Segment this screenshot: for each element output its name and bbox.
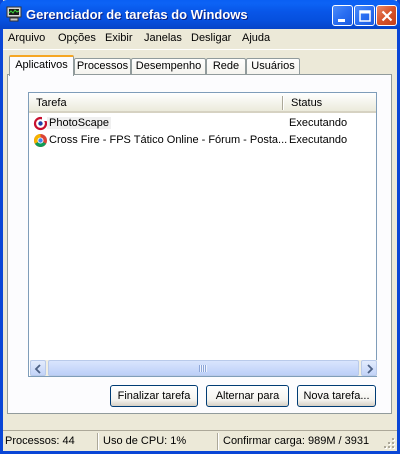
status-processes: Processos: 44 <box>5 435 75 447</box>
status-cpu: Uso de CPU: 1% <box>103 435 187 447</box>
task-status: Executando <box>289 134 348 146</box>
column-header-task[interactable]: Tarefa <box>36 97 67 109</box>
menu-exibir[interactable]: Exibir <box>105 32 133 44</box>
status-divider <box>97 433 98 450</box>
tab-processos[interactable]: Processos <box>74 58 131 75</box>
close-button[interactable] <box>376 5 397 26</box>
menu-desligar[interactable]: Desligar <box>191 32 231 44</box>
menu-arquivo[interactable]: Arquivo <box>8 32 45 44</box>
horizontal-scrollbar[interactable] <box>30 360 377 376</box>
minimize-button[interactable] <box>332 5 353 26</box>
tab-aplicativos[interactable]: Aplicativos <box>9 55 74 76</box>
chrome-icon <box>33 133 48 148</box>
photoscape-icon <box>33 116 48 131</box>
menu-ajuda[interactable]: Ajuda <box>242 32 270 44</box>
title-bar[interactable]: Gerenciador de tarefas do Windows <box>0 0 400 29</box>
tab-desempenho[interactable]: Desempenho <box>131 58 206 75</box>
scroll-left-button[interactable] <box>30 360 46 376</box>
task-name: PhotoScape <box>47 117 111 129</box>
resize-grip-icon[interactable] <box>383 437 395 449</box>
tab-rede[interactable]: Rede <box>206 58 246 75</box>
tab-usuarios[interactable]: Usuários <box>246 58 300 75</box>
grip-icon <box>199 365 207 372</box>
maximize-button[interactable] <box>354 5 375 26</box>
menu-separator <box>3 49 397 50</box>
applications-list[interactable]: Tarefa Status PhotoScape Executando Cros… <box>28 92 377 377</box>
status-commit: Confirmar carga: 989M / 3931 <box>223 435 370 447</box>
task-manager-icon <box>6 6 22 22</box>
list-item[interactable]: Cross Fire - FPS Tático Online - Fórum -… <box>30 132 375 149</box>
task-name: Cross Fire - FPS Tático Online - Fórum -… <box>49 134 288 146</box>
menu-opcoes[interactable]: Opções <box>58 32 96 44</box>
menu-bar: Arquivo Opções Exibir Janelas Desligar A… <box>3 29 397 49</box>
end-task-button[interactable]: Finalizar tarefa <box>110 385 198 407</box>
list-header: Tarefa Status <box>29 93 376 113</box>
menu-janelas[interactable]: Janelas <box>144 32 182 44</box>
window-title: Gerenciador de tarefas do Windows <box>26 7 248 22</box>
status-bar: Processos: 44 Uso de CPU: 1% Confirmar c… <box>3 430 397 451</box>
scroll-right-button[interactable] <box>361 360 377 376</box>
list-item[interactable]: PhotoScape Executando <box>30 115 375 132</box>
status-divider <box>217 433 218 450</box>
column-header-status[interactable]: Status <box>291 97 322 109</box>
new-task-button[interactable]: Nova tarefa... <box>297 385 376 407</box>
scroll-thumb[interactable] <box>48 360 359 376</box>
column-divider[interactable] <box>282 96 283 110</box>
task-status: Executando <box>289 117 348 129</box>
switch-to-button[interactable]: Alternar para <box>206 385 289 407</box>
